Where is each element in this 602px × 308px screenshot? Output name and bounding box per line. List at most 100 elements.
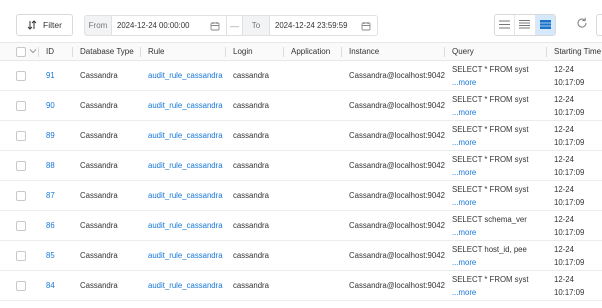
row-id-link[interactable]: 90 xyxy=(46,91,55,121)
row-query-more-link[interactable]: ...more xyxy=(452,288,476,297)
column-header-application[interactable]: Application xyxy=(291,43,330,61)
row-id-link[interactable]: 85 xyxy=(46,241,55,271)
row-id-link[interactable]: 89 xyxy=(46,121,55,151)
calendar-icon[interactable] xyxy=(361,21,371,33)
row-checkbox[interactable] xyxy=(16,101,26,111)
row-start-time: 10:17:09 xyxy=(554,108,585,117)
row-query: SELECT schema_ver xyxy=(452,215,527,224)
table-body: 91 Cassandra audit_rule_cassandra cassan… xyxy=(0,61,602,301)
grid-view-button[interactable] xyxy=(535,15,555,35)
table-row[interactable]: 85 Cassandra audit_rule_cassandra cassan… xyxy=(0,241,602,271)
row-start-time: 10:17:09 xyxy=(554,288,585,297)
view-mode-toggle xyxy=(494,14,556,36)
row-query-more-link[interactable]: ...more xyxy=(452,138,476,147)
list-view-icon xyxy=(499,20,511,31)
row-login: cassandra xyxy=(233,221,269,230)
row-start-time: 10:17:09 xyxy=(554,228,585,237)
row-database-type: Cassandra xyxy=(80,251,118,260)
row-query: SELECT * FROM syst xyxy=(452,185,529,194)
row-query-more-link[interactable]: ...more xyxy=(452,78,476,87)
row-id-link[interactable]: 84 xyxy=(46,271,55,301)
compact-view-icon xyxy=(519,19,531,31)
toolbar: Filter From 2024-12-24 00:00:00 — To 202… xyxy=(0,0,602,42)
table-row[interactable]: 91 Cassandra audit_rule_cassandra cassan… xyxy=(0,61,602,91)
column-header-query[interactable]: Query xyxy=(452,43,474,61)
row-database-type: Cassandra xyxy=(80,221,118,230)
table-row[interactable]: 84 Cassandra audit_rule_cassandra cassan… xyxy=(0,271,602,301)
row-query: SELECT * FROM syst xyxy=(452,65,529,74)
row-query: SELECT host_id, pee xyxy=(452,245,527,254)
row-checkbox[interactable] xyxy=(16,191,26,201)
row-start-date: 12-24 xyxy=(554,215,574,224)
row-checkbox[interactable] xyxy=(16,251,26,261)
row-rule-link[interactable]: audit_rule_cassandra xyxy=(148,121,223,151)
row-instance: Cassandra@localhost:9042 xyxy=(349,71,445,80)
table-row[interactable]: 90 Cassandra audit_rule_cassandra cassan… xyxy=(0,91,602,121)
audit-log-table: ID Database Type Rule Login Application … xyxy=(0,42,602,301)
table-row[interactable]: 89 Cassandra audit_rule_cassandra cassan… xyxy=(0,121,602,151)
row-checkbox[interactable] xyxy=(16,221,26,231)
row-instance: Cassandra@localhost:9042 xyxy=(349,161,445,170)
row-checkbox[interactable] xyxy=(16,71,26,81)
row-login: cassandra xyxy=(233,281,269,290)
to-label: To xyxy=(242,15,270,36)
row-database-type: Cassandra xyxy=(80,71,118,80)
row-start-time: 10:17:09 xyxy=(554,258,585,267)
row-rule-link[interactable]: audit_rule_cassandra xyxy=(148,151,223,181)
row-id-link[interactable]: 87 xyxy=(46,181,55,211)
to-date-input[interactable]: 2024-12-24 23:59:59 xyxy=(270,15,378,36)
list-view-button[interactable] xyxy=(495,15,516,35)
column-header-database-type[interactable]: Database Type xyxy=(80,43,134,61)
row-start-date: 12-24 xyxy=(554,65,574,74)
to-date-value: 2024-12-24 23:59:59 xyxy=(275,21,348,30)
row-id-link[interactable]: 88 xyxy=(46,151,55,181)
row-start-date: 12-24 xyxy=(554,95,574,104)
filter-button-label: Filter xyxy=(43,20,62,30)
row-query-more-link[interactable]: ...more xyxy=(452,198,476,207)
row-login: cassandra xyxy=(233,71,269,80)
row-query-more-link[interactable]: ...more xyxy=(452,228,476,237)
column-header-rule[interactable]: Rule xyxy=(148,43,164,61)
row-instance: Cassandra@localhost:9042 xyxy=(349,101,445,110)
table-row[interactable]: 86 Cassandra audit_rule_cassandra cassan… xyxy=(0,211,602,241)
row-rule-link[interactable]: audit_rule_cassandra xyxy=(148,91,223,121)
row-start-time: 10:17:09 xyxy=(554,198,585,207)
table-row[interactable]: 87 Cassandra audit_rule_cassandra cassan… xyxy=(0,181,602,211)
row-database-type: Cassandra xyxy=(80,191,118,200)
from-date-value: 2024-12-24 00:00:00 xyxy=(117,21,190,30)
row-checkbox[interactable] xyxy=(16,131,26,141)
row-start-date: 12-24 xyxy=(554,125,574,134)
filter-button[interactable]: Filter xyxy=(16,14,73,36)
refresh-icon[interactable] xyxy=(576,17,588,31)
row-start-date: 12-24 xyxy=(554,185,574,194)
row-query-more-link[interactable]: ...more xyxy=(452,108,476,117)
column-header-login[interactable]: Login xyxy=(233,43,253,61)
from-label: From xyxy=(84,15,112,36)
row-id-link[interactable]: 86 xyxy=(46,211,55,241)
calendar-icon[interactable] xyxy=(210,21,220,33)
select-all-checkbox[interactable] xyxy=(16,47,26,57)
row-checkbox[interactable] xyxy=(16,281,26,291)
row-id-link[interactable]: 91 xyxy=(46,61,55,91)
overflow-button[interactable] xyxy=(596,14,602,36)
row-rule-link[interactable]: audit_rule_cassandra xyxy=(148,241,223,271)
row-instance: Cassandra@localhost:9042 xyxy=(349,131,445,140)
row-login: cassandra xyxy=(233,251,269,260)
column-header-instance[interactable]: Instance xyxy=(349,43,379,61)
row-rule-link[interactable]: audit_rule_cassandra xyxy=(148,61,223,91)
from-date-input[interactable]: 2024-12-24 00:00:00 xyxy=(112,15,227,36)
column-header-id[interactable]: ID xyxy=(46,43,54,61)
column-header-starting-time[interactable]: Starting Time xyxy=(554,43,601,61)
table-row[interactable]: 88 Cassandra audit_rule_cassandra cassan… xyxy=(0,151,602,181)
compact-view-button[interactable] xyxy=(515,15,536,35)
row-instance: Cassandra@localhost:9042 xyxy=(349,191,445,200)
row-query-more-link[interactable]: ...more xyxy=(452,258,476,267)
row-rule-link[interactable]: audit_rule_cassandra xyxy=(148,211,223,241)
row-query-more-link[interactable]: ...more xyxy=(452,168,476,177)
row-checkbox[interactable] xyxy=(16,161,26,171)
chevron-down-icon[interactable] xyxy=(29,47,37,57)
row-login: cassandra xyxy=(233,191,269,200)
row-rule-link[interactable]: audit_rule_cassandra xyxy=(148,181,223,211)
row-rule-link[interactable]: audit_rule_cassandra xyxy=(148,271,223,301)
row-login: cassandra xyxy=(233,131,269,140)
